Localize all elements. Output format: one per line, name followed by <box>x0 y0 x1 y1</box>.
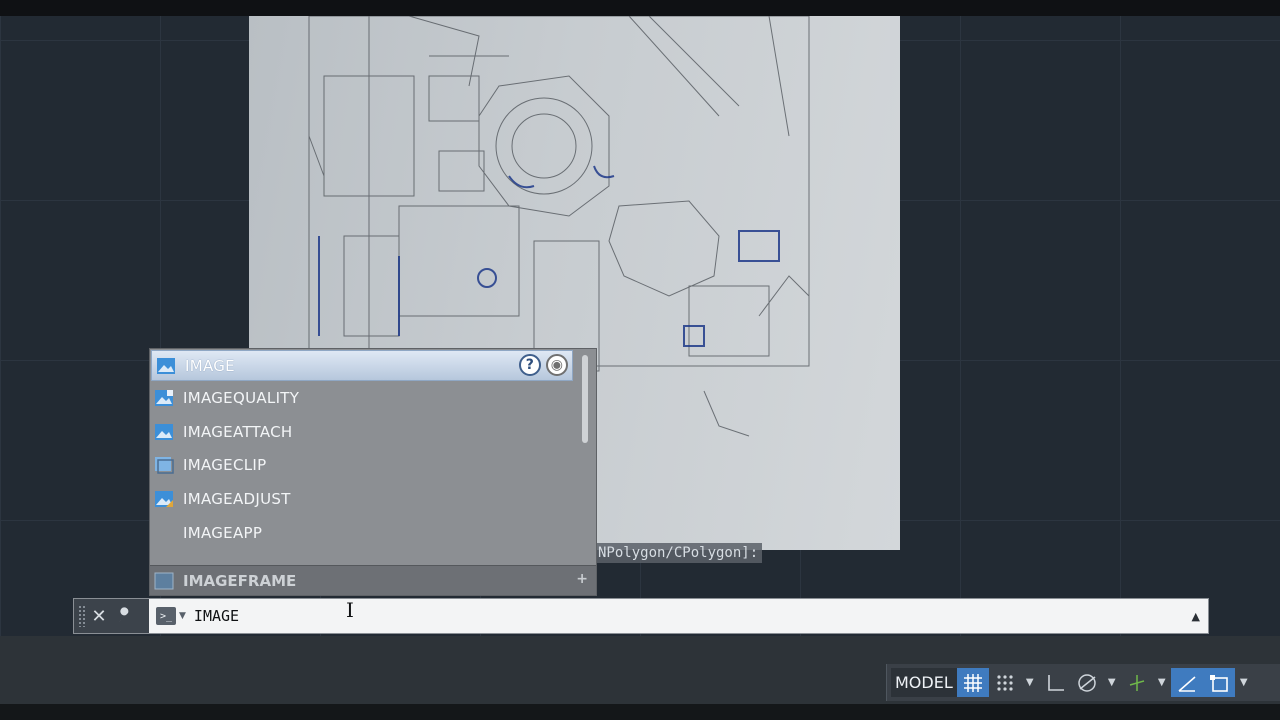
autocomplete-scrollbar[interactable] <box>582 355 588 443</box>
chevron-down-icon[interactable]: ▼ <box>179 611 186 621</box>
command-input-area: >_ ▼ <box>150 599 1208 633</box>
selection-cycling-icon[interactable] <box>1202 668 1235 697</box>
grid-display-icon[interactable] <box>956 668 989 697</box>
command-line[interactable]: ✕ >_ ▼ ▲ <box>73 598 1209 634</box>
polar-tracking-icon[interactable] <box>1071 668 1103 697</box>
autocomplete-footer-label: IMAGEFRAME <box>183 572 297 590</box>
command-input[interactable] <box>193 603 1094 629</box>
autocomplete-footer-item[interactable]: IMAGEFRAME + <box>150 565 596 595</box>
chevron-down-icon[interactable]: ▼ <box>1235 668 1253 697</box>
autocomplete-item-image[interactable]: IMAGE ? ◉ <box>151 350 573 381</box>
snap-mode-icon[interactable] <box>989 668 1021 697</box>
autocomplete-item-label: IMAGEADJUST <box>183 489 291 508</box>
command-line-toolbar: ✕ <box>74 599 149 633</box>
globe-icon[interactable]: ◉ <box>546 354 568 376</box>
autocomplete-item-partial <box>150 549 596 563</box>
ortho-mode-icon[interactable] <box>1039 668 1071 697</box>
image-icon <box>156 356 176 376</box>
title-bar-strip <box>0 0 1280 16</box>
plus-icon[interactable]: + <box>576 571 588 587</box>
autocomplete-item-imageattach[interactable]: IMAGEATTACH <box>150 415 596 449</box>
help-icon[interactable]: ? <box>519 354 541 376</box>
command-prompt-tooltip: NPolygon/CPolygon]: <box>594 543 763 563</box>
image-attach-icon <box>154 422 174 442</box>
image-quality-icon <box>154 388 174 408</box>
autocomplete-item-imageadjust[interactable]: IMAGEADJUST <box>150 482 596 516</box>
drag-handle-icon[interactable] <box>78 605 86 627</box>
autocomplete-item-label: IMAGEAPP <box>183 523 263 542</box>
autocomplete-item-imageapp[interactable]: IMAGEAPP <box>150 516 596 550</box>
chevron-down-icon[interactable]: ▼ <box>1103 668 1121 697</box>
triangle-up-icon[interactable]: ▲ <box>1192 610 1200 623</box>
chevron-down-icon[interactable]: ▼ <box>1153 668 1171 697</box>
model-space-button[interactable]: MODEL <box>891 668 957 697</box>
dynamic-ucs-icon[interactable] <box>1170 668 1203 697</box>
status-bar: MODEL ▼ ▼ ▼ ▼ <box>886 664 1280 701</box>
command-prompt-icon[interactable]: >_ <box>156 607 176 625</box>
object-snap-tracking-icon[interactable] <box>1121 668 1153 697</box>
image-adjust-icon <box>154 489 174 509</box>
text-cursor-icon: I <box>346 598 354 622</box>
wrench-icon[interactable] <box>112 603 138 629</box>
autocomplete-item-label: IMAGECLIP <box>183 456 267 475</box>
autocomplete-item-imagequality[interactable]: IMAGEQUALITY <box>150 381 596 415</box>
chevron-down-icon[interactable]: ▼ <box>1021 668 1039 697</box>
bottom-strip <box>0 704 1280 720</box>
autocomplete-items: IMAGE ? ◉ IMAGEQUALITY IMAGEATTACH IMAGE… <box>150 349 596 563</box>
autocomplete-item-label: IMAGE <box>185 356 235 375</box>
autocomplete-list[interactable]: IMAGE ? ◉ IMAGEQUALITY IMAGEATTACH IMAGE… <box>149 348 597 596</box>
autocomplete-item-label: IMAGEQUALITY <box>183 388 300 407</box>
image-clip-icon <box>154 455 174 475</box>
image-frame-icon <box>154 571 174 591</box>
autocomplete-item-imageclip[interactable]: IMAGECLIP <box>150 448 596 482</box>
autocomplete-item-label: IMAGEATTACH <box>183 422 293 441</box>
close-icon[interactable]: ✕ <box>86 603 112 629</box>
